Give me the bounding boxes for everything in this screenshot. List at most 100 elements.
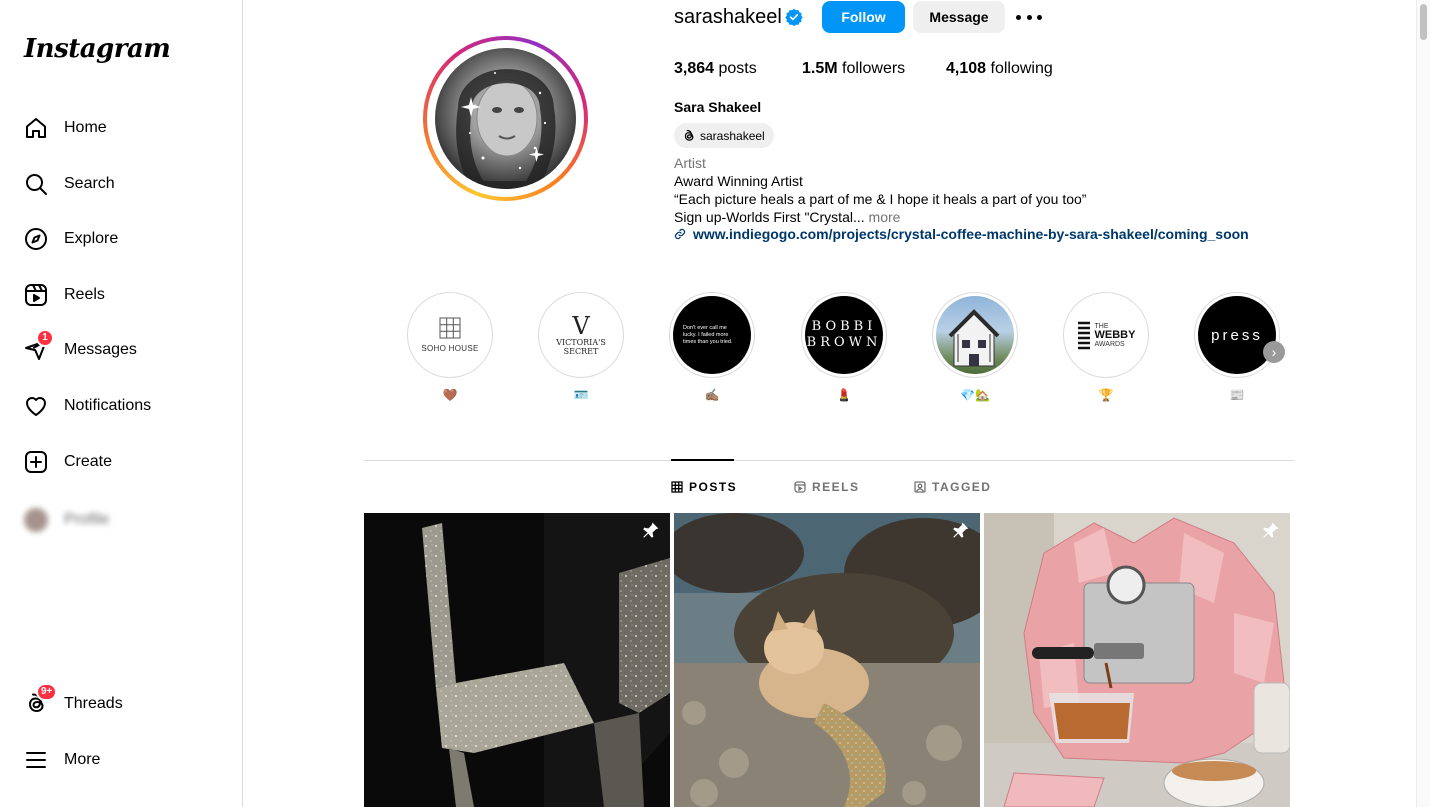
tag-icon: [914, 481, 926, 493]
page-scrollbar[interactable]: [1416, 0, 1430, 807]
active-tab-indicator: [671, 459, 734, 461]
highlight-cover-text: press: [1211, 326, 1263, 344]
tab-label: REELS: [812, 480, 860, 494]
highlight-house[interactable]: 💎🏡: [932, 292, 1018, 404]
highlight-caption: 🏆: [1098, 388, 1114, 402]
sidebar-item-explore[interactable]: Explore: [12, 215, 232, 263]
highlight-cover-text: WEBBY: [1094, 328, 1136, 341]
sidebar-item-more[interactable]: More: [12, 736, 232, 784]
threads-icon: [684, 129, 694, 141]
profile-category: Artist: [674, 155, 706, 171]
threads-icon: 9+: [24, 683, 58, 716]
following-count: 4,108: [946, 60, 987, 77]
sidebar-item-threads[interactable]: 9+ Threads: [12, 680, 232, 728]
verified-badge-icon: [785, 8, 803, 26]
bio-text: Sign up-Worlds First "Crystal...: [674, 209, 865, 225]
bio-line: Sign up-Worlds First "Crystal... more: [674, 209, 900, 225]
reels-icon: [24, 283, 48, 307]
heart-icon: [24, 394, 48, 418]
threads-handle: sarashakeel: [700, 128, 765, 143]
tabs-divider: [364, 460, 1294, 461]
profile-full-name: Sara Shakeel: [674, 99, 762, 115]
instagram-logo[interactable]: Instagram: [24, 34, 171, 64]
message-button[interactable]: Message: [913, 1, 1005, 33]
profile-photo: [435, 48, 576, 189]
highlight-quote[interactable]: Don't ever call me lucky. I failed more …: [669, 292, 755, 404]
sidebar-item-label: Home: [64, 119, 107, 136]
post-tile[interactable]: [674, 513, 980, 807]
messenger-icon: 1: [24, 329, 54, 362]
sidebar-item-label: Create: [64, 453, 113, 470]
highlight-webby-awards[interactable]: THE WEBBY AWARDS 🏆: [1063, 292, 1149, 404]
chevron-right-icon[interactable]: ›: [1263, 341, 1285, 363]
sidebar-item-profile[interactable]: Profile: [12, 496, 232, 544]
scrollbar-thumb[interactable]: [1420, 4, 1427, 40]
pin-icon: [643, 522, 659, 538]
highlight-caption: 🪪: [573, 388, 589, 402]
highlight-cover-text: BOBBI BROWN: [806, 319, 882, 350]
bio-link-text: www.indiegogo.com/projects/crystal-coffe…: [693, 226, 1249, 242]
sidebar-item-search[interactable]: Search: [12, 160, 232, 208]
tab-label: TAGGED: [932, 480, 992, 494]
webby-spring-icon: [1077, 321, 1090, 350]
options-more-icon[interactable]: [1016, 8, 1042, 26]
sidebar-item-label: Threads: [64, 695, 123, 712]
highlight-caption: 💎🏡: [960, 388, 990, 402]
posts-label: posts: [718, 60, 757, 77]
pin-icon: [1263, 522, 1279, 538]
home-icon: [24, 116, 48, 140]
menu-icon: [24, 748, 48, 772]
sidebar-item-label: Reels: [64, 286, 105, 303]
threads-badge: 9+: [36, 683, 58, 701]
follow-button[interactable]: Follow: [822, 1, 905, 33]
stat-following[interactable]: 4,108 following: [946, 60, 1053, 78]
bio-line: Award Winning Artist: [674, 173, 803, 189]
sidebar-item-notifications[interactable]: Notifications: [12, 382, 232, 430]
following-label: following: [990, 60, 1053, 77]
sidebar: Instagram Home Search Explore Reels 1 Me…: [0, 0, 243, 807]
posts-count: 3,864: [674, 60, 715, 77]
sidebar-item-label: Notifications: [64, 397, 152, 414]
search-icon: [24, 172, 48, 196]
highlight-cover-text: VICTORIA'S SECRET: [556, 338, 606, 356]
post-image-crystal-mermaid-cat: [674, 513, 980, 807]
sidebar-item-create[interactable]: Create: [12, 438, 232, 486]
tab-reels[interactable]: REELS: [794, 480, 860, 494]
followers-label: followers: [842, 60, 906, 77]
sidebar-item-home[interactable]: Home: [12, 104, 232, 152]
bio-more-link[interactable]: more: [869, 209, 901, 225]
profile-avatar[interactable]: [423, 36, 588, 201]
sidebar-item-label: Search: [64, 175, 115, 192]
pin-icon: [953, 522, 969, 538]
post-tile[interactable]: [364, 513, 670, 807]
highlight-cover-text: Don't ever call me lucky. I failed more …: [683, 324, 733, 345]
threads-handle-link[interactable]: sarashakeel: [674, 123, 774, 148]
grid-icon: [671, 481, 683, 493]
highlight-victorias-secret[interactable]: V VICTORIA'S SECRET 🪪: [538, 292, 624, 404]
highlight-bobbi-brown[interactable]: BOBBI BROWN 💄: [801, 292, 887, 404]
followers-count: 1.5M: [802, 60, 838, 77]
stat-followers[interactable]: 1.5M followers: [802, 60, 905, 78]
sidebar-item-label: More: [64, 751, 101, 768]
sidebar-item-label: Messages: [64, 341, 137, 358]
sidebar-item-messages[interactable]: 1 Messages: [12, 326, 232, 374]
highlight-caption: 🤎: [442, 388, 458, 402]
post-tile[interactable]: [984, 513, 1290, 807]
stat-posts: 3,864 posts: [674, 60, 757, 78]
highlight-caption: 📰: [1229, 388, 1245, 402]
tab-posts[interactable]: POSTS: [671, 480, 737, 494]
soho-grid-icon: [439, 317, 461, 339]
highlight-caption: ✍🏽: [704, 388, 720, 402]
tab-tagged[interactable]: TAGGED: [914, 480, 991, 494]
messages-badge: 1: [36, 329, 54, 347]
bio-external-link[interactable]: www.indiegogo.com/projects/crystal-coffe…: [674, 226, 1249, 242]
post-image-crystal-chair: [364, 513, 670, 807]
sidebar-item-reels[interactable]: Reels: [12, 271, 232, 319]
sidebar-item-label: Explore: [64, 230, 119, 247]
highlight-cover-text: SOHO HOUSE: [421, 344, 479, 353]
compass-icon: [24, 227, 48, 251]
highlight-soho-house[interactable]: SOHO HOUSE 🤎: [407, 292, 493, 404]
link-icon: [674, 228, 686, 240]
house-photo: [948, 309, 1000, 367]
tab-label: POSTS: [689, 480, 738, 494]
